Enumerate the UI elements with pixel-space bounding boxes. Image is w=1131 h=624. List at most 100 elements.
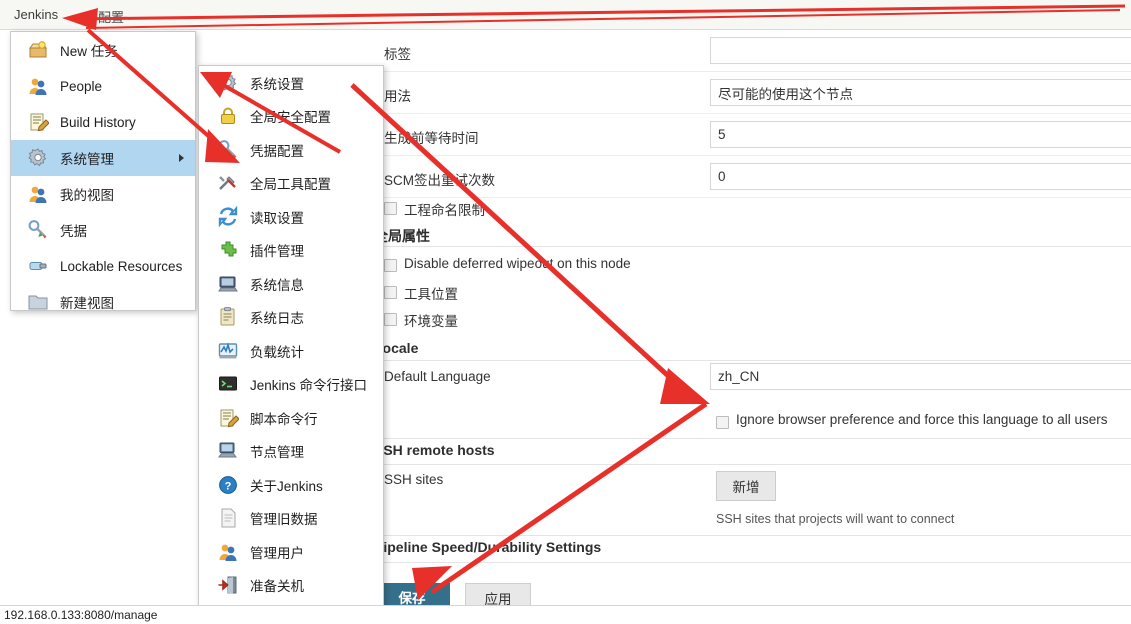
submenu-item-label: 负载统计 [250,344,304,360]
shutdown-icon [217,574,239,596]
submenu-item-manage-old-data[interactable]: 管理旧数据 [199,502,383,536]
field-label-scm-retry-count: SCM签出重试次数 [384,173,495,188]
submenu-item-configure-credentials[interactable]: 凭据配置 [199,133,383,167]
breadcrumb-current[interactable]: 配置 [98,7,124,26]
project-naming-checkbox[interactable] [384,202,397,215]
menu-item-my-views[interactable]: 我的视图 [11,176,195,212]
submenu-item-configure-global-security[interactable]: 全局安全配置 [199,100,383,134]
quiet-period-input[interactable] [710,121,1131,148]
submenu-item-manage-nodes[interactable]: 节点管理 [199,435,383,469]
submenu-item-jenkins-cli[interactable]: Jenkins 命令行接口 [199,368,383,402]
menu-item-label: 系统管理 [60,152,114,167]
divider [374,535,1131,536]
svg-text:?: ? [225,480,232,492]
divider [374,464,1131,465]
divider [374,438,1131,439]
add-ssh-site-button[interactable]: 新增 [716,471,776,501]
new-view-icon [27,291,49,313]
section-pipeline-heading: Pipeline Speed/Durability Settings [374,539,602,555]
environment-variables-checkbox[interactable] [384,313,397,326]
divider [374,360,1131,361]
status-bar-url: 192.168.0.133:8080/manage [0,605,1131,624]
usage-select[interactable] [710,79,1131,106]
field-label-usage: 用法 [384,89,411,104]
clipboard-icon [217,306,239,328]
menu-item-credentials[interactable]: 凭据 [11,212,195,248]
new-job-icon [27,39,49,61]
submenu-item-configure-system[interactable]: 系统设置 [199,66,383,100]
default-language-input[interactable] [710,363,1131,390]
table-row: SCM签出重试次数 [372,156,1131,198]
submenu-item-label: 脚本命令行 [250,411,318,427]
breadcrumb-root-link[interactable]: Jenkins [14,7,58,22]
credentials-icon [27,219,49,241]
submenu-item-system-log[interactable]: 系统日志 [199,301,383,335]
divider [374,562,1131,563]
menu-item-lockable-resources[interactable]: Lockable Resources [11,248,195,284]
submenu-item-system-information[interactable]: 系统信息 [199,267,383,301]
menu-item-new-job[interactable]: New 任务 [11,32,195,68]
tools-icon [217,172,239,194]
menu-item-manage-jenkins[interactable]: 系统管理 [11,140,195,176]
submenu-item-about-jenkins[interactable]: ? 关于Jenkins [199,468,383,502]
people-icon [27,75,49,97]
menu-item-label: People [60,78,103,94]
users-icon [217,541,239,563]
submenu-item-prepare-for-shutdown[interactable]: 准备关机 [199,569,383,603]
node-configuration-form: 标签 用法 生成前等待时间 SCM签出重试次数 工程命名限制 全 [372,30,1131,605]
submenu-item-label: 管理旧数据 [250,512,318,528]
field-label-quiet-period: 生成前等待时间 [384,131,479,146]
labels-input[interactable] [710,37,1131,64]
script-console-icon [217,407,240,429]
browser-viewport: Jenkins 配置 标签 用法 生成前等待时间 SCM签出重试次数 [0,0,1131,624]
my-views-icon [27,183,49,205]
scm-retry-count-input[interactable] [710,163,1131,190]
document-icon [217,507,239,529]
menu-item-people[interactable]: People [11,68,195,104]
submenu-item-label: Jenkins 命令行接口 [250,378,368,394]
submenu-item-label: 读取设置 [250,210,304,226]
divider [374,246,1131,247]
submenu-item-label: 管理用户 [250,545,304,561]
submenu-item-label: 插件管理 [250,244,304,260]
tool-locations-checkbox[interactable] [384,286,397,299]
menu-item-label: Build History [60,114,136,130]
chevron-right-icon [179,154,184,162]
disable-deferred-wipeout-label: Disable deferred wipeout on this node [404,256,631,271]
menu-item-new-view[interactable]: 新建视图 [11,284,195,320]
plugin-icon [217,239,239,261]
submenu-item-manage-users[interactable]: 管理用户 [199,535,383,569]
submenu-item-label: 全局安全配置 [250,110,331,126]
manage-jenkins-submenu: 系统设置 全局安全配置 凭据配置 全局工具配置 读取设置 插件管理 系统信息 系… [198,65,384,611]
tool-locations-label: 工具位置 [404,287,458,302]
submenu-item-manage-plugins[interactable]: 插件管理 [199,234,383,268]
disable-deferred-wipeout-checkbox[interactable] [384,259,397,272]
field-label-default-language: Default Language [384,369,491,384]
menu-item-label: New 任务 [60,44,118,59]
menu-item-build-history[interactable]: Build History [11,104,195,140]
breadcrumb: Jenkins 配置 [0,0,1131,30]
terminal-icon [217,373,239,395]
menu-item-label: 我的视图 [60,188,114,203]
submenu-item-load-statistics[interactable]: 负载统计 [199,334,383,368]
section-ssh-remote-hosts-heading: SSH remote hosts [374,442,495,458]
submenu-item-script-console[interactable]: 脚本命令行 [199,401,383,435]
menu-item-label: Lockable Resources [60,258,183,274]
reload-icon [217,205,239,228]
table-row: 标签 [372,30,1131,72]
ignore-browser-preference-checkbox[interactable] [716,416,729,429]
project-naming-label: 工程命名限制 [404,203,485,218]
credentials-icon [217,139,239,161]
submenu-item-label: 系统信息 [250,277,304,293]
lock-resource-icon [27,255,49,277]
submenu-item-label: 准备关机 [250,579,304,595]
ssh-sites-hint: SSH sites that projects will want to con… [716,512,955,526]
load-statistics-icon [217,340,239,362]
question-icon: ? [217,474,239,496]
gear-icon [27,147,49,169]
submenu-item-reload-configuration[interactable]: 读取设置 [199,200,383,234]
submenu-item-global-tool-configuration[interactable]: 全局工具配置 [199,167,383,201]
build-history-icon [27,111,50,133]
submenu-item-label: 关于Jenkins [250,478,323,494]
gear-icon [217,72,239,94]
